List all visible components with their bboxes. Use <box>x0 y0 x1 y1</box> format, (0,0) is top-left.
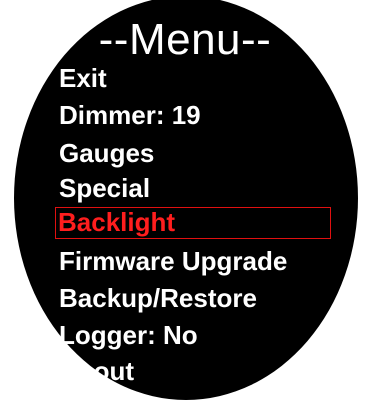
menu-item-backlight[interactable]: Backlight <box>55 207 331 239</box>
menu-item-gauges[interactable]: Gauges <box>55 137 154 169</box>
menu-item-about[interactable]: About <box>55 355 134 387</box>
menu-item-dimmer[interactable]: Dimmer: 19 <box>55 99 201 131</box>
menu-list: Exit Dimmer: 19 Gauges Special Backlight… <box>0 0 370 395</box>
menu-item-logger[interactable]: Logger: No <box>55 319 198 351</box>
menu-item-special[interactable]: Special <box>55 172 150 204</box>
menu-item-firmware-upgrade[interactable]: Firmware Upgrade <box>55 245 287 277</box>
menu-item-exit[interactable]: Exit <box>55 62 107 94</box>
menu-item-backup-restore[interactable]: Backup/Restore <box>55 282 257 314</box>
